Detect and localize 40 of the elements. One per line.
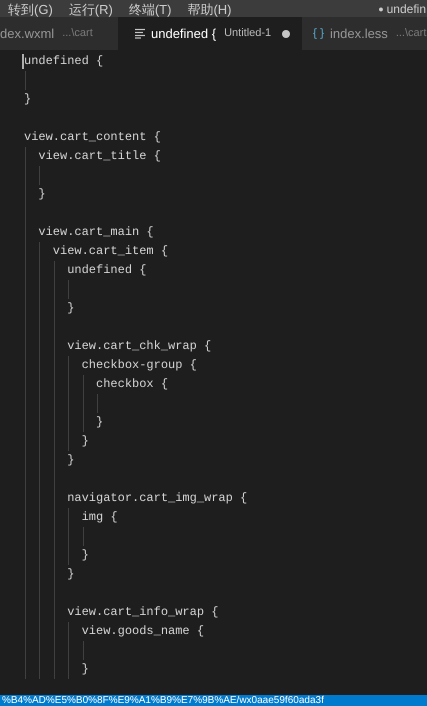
code-line: view.cart_main {	[37, 224, 154, 241]
code-line: navigator.cart_img_wrap {	[66, 490, 248, 507]
tab-filename: undefined {	[151, 24, 216, 43]
tab-filename: index.less	[330, 24, 388, 43]
code-line: img {	[80, 509, 118, 526]
code-line: }	[80, 661, 89, 678]
menu-item[interactable]: 转到(G)	[0, 2, 61, 17]
code-line: }	[80, 433, 89, 450]
menu-item[interactable]: 终端(T)	[120, 2, 180, 17]
code-line: view.cart_content {	[24, 129, 161, 146]
status-bar: %B4%AD%E5%B0%8F%E9%A1%B9%E7%9B%AE/wx0aae59f60ada3f	[0, 695, 427, 706]
code-line: checkbox {	[95, 376, 168, 393]
code-line: }	[66, 300, 74, 317]
code-line: view.cart_chk_wrap {	[66, 338, 212, 355]
code-line: }	[95, 414, 104, 431]
braces-icon	[312, 27, 325, 40]
editor-tab[interactable]: index.less ...\cart	[302, 17, 427, 50]
code-line: view.cart_title {	[37, 148, 161, 165]
code-line: }	[66, 452, 74, 469]
code-line: view.cart_item {	[52, 243, 168, 260]
code-line: undefined {	[24, 53, 104, 70]
menu-item[interactable]: 运行(R)	[60, 2, 121, 17]
tab-path: ...\cart	[396, 26, 426, 42]
code-line: }	[24, 91, 32, 108]
code-line: }	[66, 566, 74, 583]
code-line: checkbox-group {	[80, 357, 197, 374]
window-title: undefin	[386, 2, 426, 17]
tab-path: ...\cart	[62, 26, 93, 42]
modified-dot: ●	[378, 3, 384, 16]
code-line: undefined {	[66, 262, 146, 279]
editor-tab[interactable]: dex.wxml ...\cart	[0, 17, 118, 50]
menu-item[interactable]: 帮助(H)	[179, 2, 240, 17]
code-line: view.goods_name {	[80, 623, 204, 640]
tab-path: Untitled-1	[224, 26, 272, 42]
code-line: }	[37, 186, 46, 203]
code-line: }	[80, 547, 89, 564]
text-file-icon	[135, 28, 146, 39]
tab-filename: dex.wxml	[0, 24, 54, 43]
editor-tab[interactable]: undefined { Untitled-1	[118, 17, 302, 50]
code-line: view.cart_info_wrap {	[66, 604, 218, 621]
